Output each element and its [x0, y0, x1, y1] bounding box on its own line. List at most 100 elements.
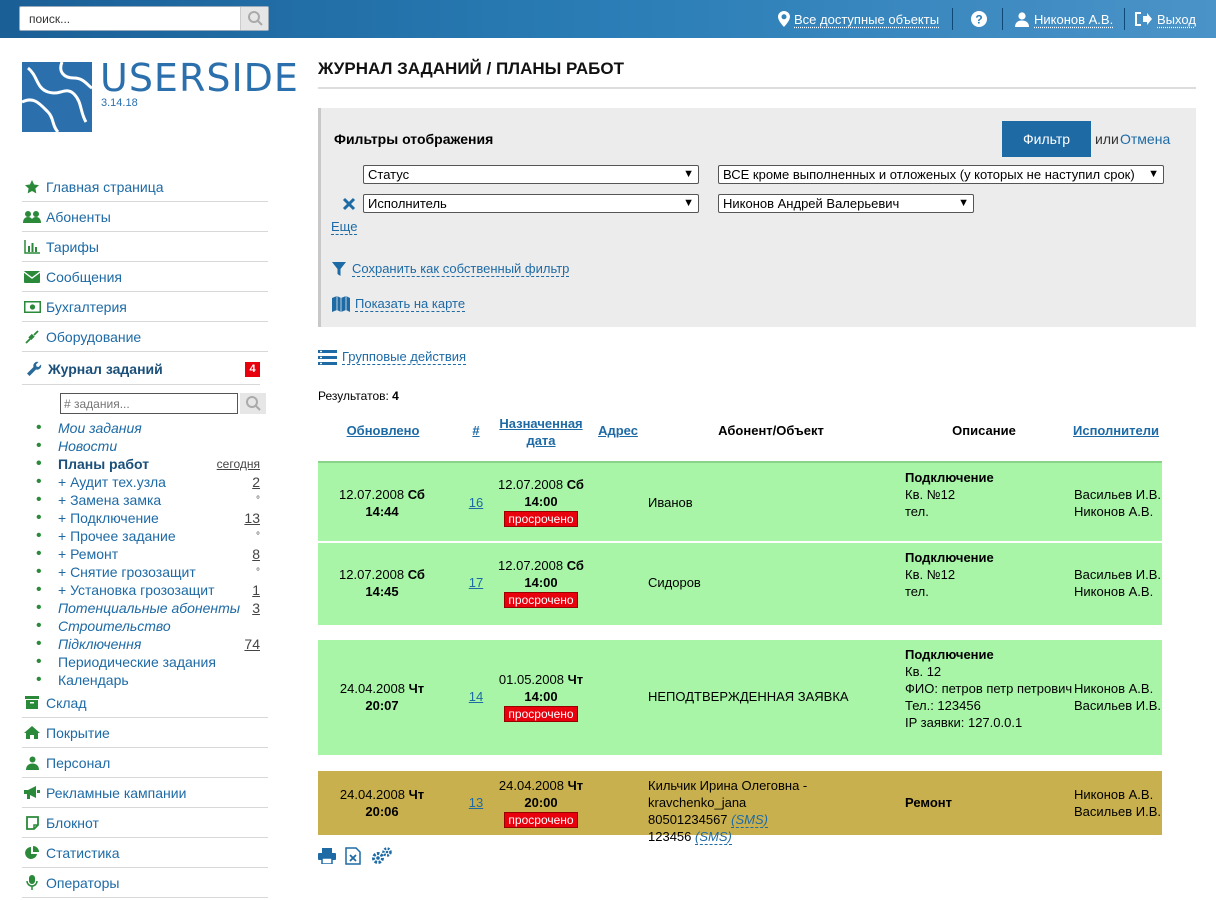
- search-icon: [246, 396, 261, 411]
- submenu-news[interactable]: • Новости: [36, 437, 260, 455]
- menu-item-coverage[interactable]: Покрытие: [22, 718, 268, 748]
- menu-item-staff[interactable]: Персонал: [22, 748, 268, 778]
- logo-icon[interactable]: [21, 61, 93, 134]
- executor-filter-select[interactable]: Исполнитель ▼: [363, 194, 699, 213]
- global-search: [19, 6, 269, 31]
- menu-item-label: Сообщения: [46, 268, 122, 285]
- submenu-surge-install[interactable]: • + Установка грозозащит 1: [36, 581, 260, 599]
- menu-item-home[interactable]: Главная страница: [22, 172, 268, 202]
- column-header-assigned-date[interactable]: Назначенная дата: [494, 415, 588, 449]
- description-title: Подключение: [905, 647, 994, 662]
- column-header-executors[interactable]: Исполнители: [1068, 423, 1164, 438]
- date: 12.07.2008: [498, 558, 564, 573]
- status-filter-select[interactable]: Статус ▼: [363, 165, 699, 184]
- app-version: 3.14.18: [101, 97, 138, 109]
- submenu-pidkliuchennia[interactable]: • Підключення 74: [36, 635, 260, 653]
- more-filters-link[interactable]: Еще: [331, 219, 358, 235]
- menu-item-ad-campaigns[interactable]: Рекламные кампании: [22, 778, 268, 808]
- header-line: Назначенная: [499, 416, 583, 431]
- executor-name: Никонов А.В.: [1074, 584, 1154, 599]
- task-search-button[interactable]: [240, 393, 266, 414]
- submenu-calendar[interactable]: • Календарь: [36, 671, 260, 689]
- overdue-badge: просрочено: [504, 812, 578, 828]
- submenu-count[interactable]: 1: [252, 582, 260, 598]
- submenu-potential-subscribers[interactable]: • Потенциальные абоненты 3: [36, 599, 260, 617]
- save-filter-link[interactable]: Сохранить как собственный фильтр: [332, 261, 570, 277]
- submenu-lock-replace[interactable]: • + Замена замка °: [36, 491, 260, 509]
- menu-item-operators[interactable]: Операторы: [22, 868, 268, 898]
- logout-link[interactable]: Выход: [1135, 10, 1196, 28]
- date: 12.07.2008: [498, 477, 564, 492]
- remove-filter-icon[interactable]: [342, 197, 356, 214]
- bullet: •: [36, 581, 42, 598]
- submenu-surge-removal[interactable]: • + Снятие грозозащит °: [36, 563, 260, 581]
- submenu-repair[interactable]: • + Ремонт 8: [36, 545, 260, 563]
- status-value-select[interactable]: ВСЕ кроме выполненных и отложеных (у кот…: [718, 165, 1164, 184]
- description-title: Подключение: [905, 470, 994, 485]
- user-profile-link[interactable]: Никонов А.В.: [1015, 10, 1113, 28]
- column-header-description: Описание: [952, 423, 1016, 438]
- all-objects-link[interactable]: Все доступные объекты: [778, 10, 939, 28]
- menu-item-statistics[interactable]: Статистика: [22, 838, 268, 868]
- column-header-number[interactable]: #: [466, 423, 486, 438]
- group-actions-link[interactable]: Групповые действия: [318, 349, 467, 365]
- submenu-count[interactable]: 74: [244, 636, 260, 652]
- table-row[interactable]: 24.04.2008 Чт 20:07 14 01.05.2008 Чт 14:00…: [318, 640, 1162, 755]
- submenu-count[interactable]: сегодня: [217, 457, 260, 471]
- money-icon: [22, 300, 42, 313]
- cancel-link[interactable]: Отмена: [1120, 131, 1170, 147]
- settings-icon[interactable]: [371, 847, 393, 868]
- menu-item-tariffs[interactable]: Тарифы: [22, 232, 268, 262]
- menu-item-notepad[interactable]: Блокнот: [22, 808, 268, 838]
- task-id-link[interactable]: 17: [464, 574, 488, 591]
- time: 14:00: [524, 689, 558, 704]
- user-icon: [1015, 11, 1029, 27]
- menu-item-messages[interactable]: Сообщения: [22, 262, 268, 292]
- subscriber-name: Кильчик Ирина Олеговна - kravchenko_jana: [648, 778, 808, 810]
- menu-item-accounting[interactable]: Бухгалтерия: [22, 292, 268, 322]
- select-value: ВСЕ кроме выполненных и отложеных (у кот…: [723, 167, 1135, 182]
- task-number-input[interactable]: [60, 393, 238, 414]
- table-row[interactable]: 12.07.2008 Сб 14:45 17 12.07.2008 Сб 14:00…: [318, 543, 1162, 625]
- menu-item-task-journal[interactable]: Журнал заданий 4: [22, 353, 260, 385]
- column-header-address[interactable]: Адрес: [594, 423, 642, 438]
- column-header-updated[interactable]: Обновлено: [340, 423, 426, 438]
- person-icon: [22, 756, 42, 770]
- submenu-work-plans[interactable]: • Планы работ сегодня: [36, 455, 260, 473]
- date: 24.04.2008: [339, 681, 405, 696]
- submenu-audit[interactable]: • + Аудит тех.узла 2: [36, 473, 260, 491]
- print-icon[interactable]: [318, 848, 336, 867]
- description-line: Кв. 12: [905, 664, 942, 679]
- submenu-periodic-tasks[interactable]: • Периодические задания: [36, 653, 260, 671]
- bullet: •: [36, 455, 42, 472]
- task-id-link[interactable]: 14: [464, 688, 488, 705]
- submenu-connection[interactable]: • + Подключение 13: [36, 509, 260, 527]
- sms-link[interactable]: (SMS): [731, 812, 768, 828]
- executor-value-select[interactable]: Никонов Андрей Валерьевич ▼: [718, 194, 974, 213]
- submenu-other-task[interactable]: • + Прочее задание °: [36, 527, 260, 545]
- menu-item-subscribers[interactable]: Абоненты: [22, 202, 268, 232]
- submenu-construction[interactable]: • Строительство: [36, 617, 260, 635]
- updated-cell: 12.07.2008 Сб 14:44: [318, 486, 446, 520]
- submenu-count[interactable]: 13: [244, 510, 260, 526]
- menu-item-equipment[interactable]: Оборудование: [22, 322, 268, 352]
- submenu-count[interactable]: 2: [252, 474, 260, 490]
- menu-item-warehouse[interactable]: Склад: [22, 688, 268, 718]
- task-id-link[interactable]: 13: [464, 794, 488, 811]
- time: 14:44: [365, 504, 399, 519]
- submenu-count[interactable]: 3: [252, 600, 260, 616]
- help-button[interactable]: ?: [971, 10, 987, 28]
- sms-link[interactable]: (SMS): [695, 829, 732, 845]
- global-search-input[interactable]: [20, 7, 242, 30]
- search-button[interactable]: [240, 7, 268, 30]
- excel-export-icon[interactable]: [345, 847, 361, 868]
- executor-name: Никонов А.В.: [1074, 787, 1154, 802]
- task-id-link[interactable]: 16: [464, 494, 488, 511]
- show-map-link[interactable]: Показать на карте: [332, 295, 466, 313]
- submenu-my-tasks[interactable]: • Мои задания: [36, 419, 260, 437]
- submenu-count[interactable]: 8: [252, 546, 260, 562]
- bullet: •: [36, 599, 42, 616]
- table-row[interactable]: 24.04.2008 Чт 20:06 13 24.04.2008 Чт 20:00…: [318, 771, 1162, 845]
- table-row[interactable]: 12.07.2008 Сб 14:44 16 12.07.2008 Сб 14:00…: [318, 461, 1162, 541]
- filter-button[interactable]: Фильтр: [1002, 121, 1091, 157]
